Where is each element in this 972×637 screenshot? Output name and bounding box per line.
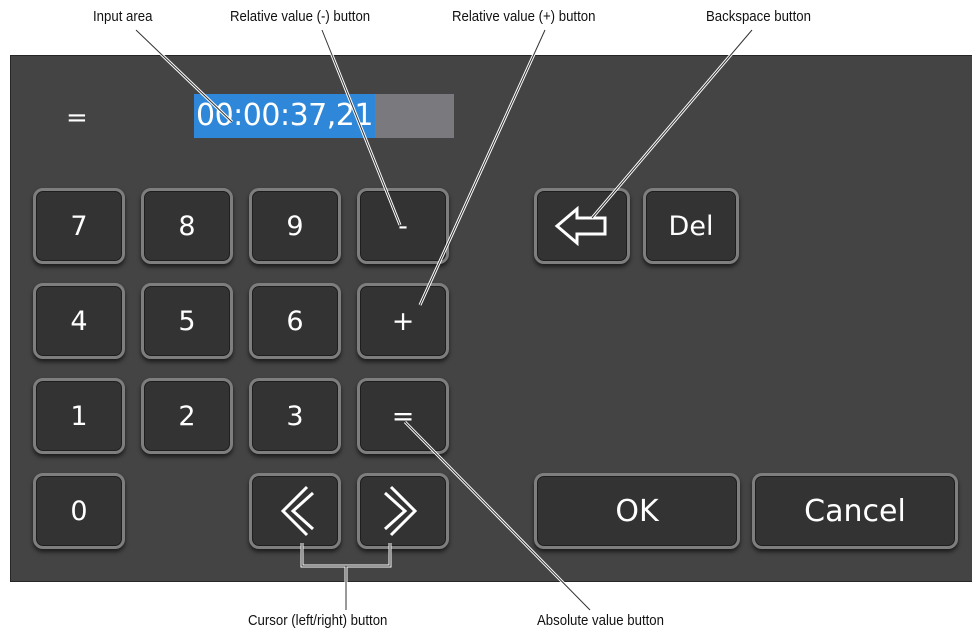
- callout-leader-lines: [134, 28, 754, 612]
